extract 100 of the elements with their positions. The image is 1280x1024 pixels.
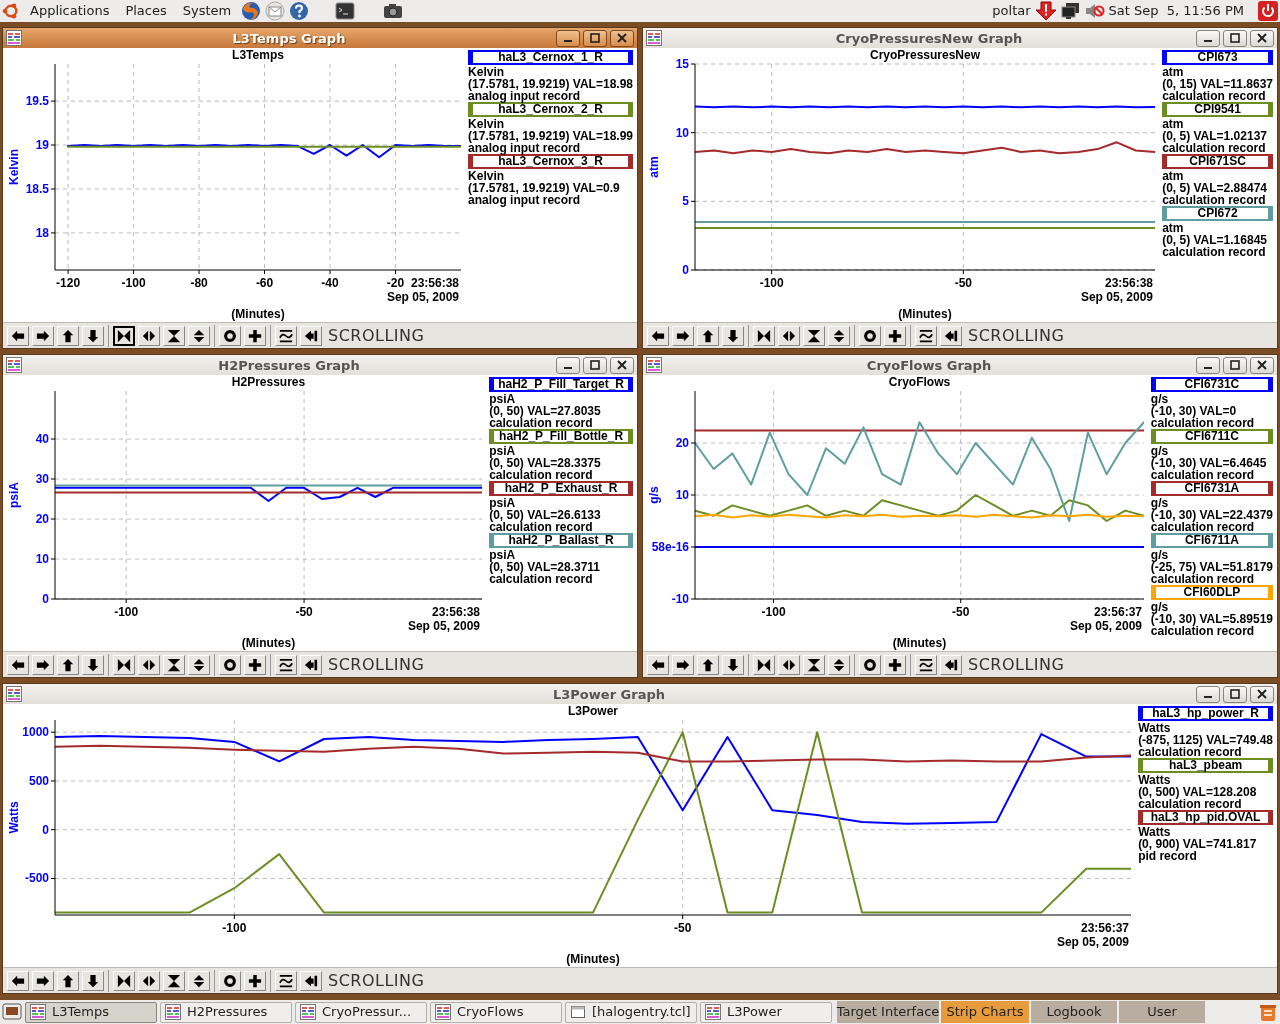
record-label: calculation record (1150, 573, 1256, 585)
power-icon[interactable] (1258, 1, 1278, 21)
record-label: calculation record (1162, 194, 1267, 206)
window-icon (570, 1004, 586, 1020)
tick-label: -100 (761, 605, 786, 619)
inward-arrows-icon (757, 657, 771, 672)
clock-text[interactable]: Sat Sep 5, 11:56 PM (1108, 1, 1244, 21)
inward-arrows-icon (117, 657, 131, 672)
tick-label: 18.5 (25, 181, 49, 196)
chart-icon (705, 1004, 721, 1020)
speaker-muted-icon[interactable] (1084, 2, 1105, 20)
help-icon[interactable] (289, 1, 310, 21)
chart-icon[interactable] (646, 30, 662, 46)
close-button[interactable] (610, 356, 634, 374)
tick-label: 18 (35, 225, 49, 240)
ring-icon (223, 657, 237, 672)
arrow-to-bar-icon (304, 328, 318, 343)
alert-arrow-icon[interactable] (1034, 1, 1057, 21)
menu-item[interactable]: Places (119, 1, 173, 21)
chart-icon[interactable] (6, 357, 22, 373)
task-button[interactable]: L3Power (700, 1001, 832, 1023)
task-button[interactable]: H2Pressures (160, 1001, 292, 1023)
axis-label: atm (647, 156, 661, 178)
value-label: (-875, 1125) VAL=749.48 (1138, 734, 1273, 746)
series-label: haL3_Cernox_1_R (468, 50, 633, 65)
camera-icon[interactable] (383, 2, 404, 20)
arrow-left-icon (651, 657, 665, 672)
plus-icon (888, 328, 902, 343)
value-label: (17.5781, 19.9219) VAL=18.99 (468, 130, 633, 142)
record-label: calculation record (1162, 246, 1267, 258)
record-label: calculation record (1162, 90, 1267, 102)
arrow-right-icon (36, 328, 50, 343)
task-button[interactable]: [halogentry.tcl] (565, 1001, 697, 1023)
close-icon (1257, 33, 1267, 43)
maximize-button[interactable] (1223, 356, 1247, 374)
minimize-button[interactable] (1196, 29, 1220, 47)
chart-icon[interactable] (6, 686, 22, 702)
menu-item[interactable]: Applications (24, 1, 116, 21)
chart-icon[interactable] (646, 357, 662, 373)
axis-label: (Minutes) (231, 307, 285, 321)
value-label: (0, 50) VAL=26.6133 (489, 509, 602, 521)
tick-label: -500 (24, 871, 49, 886)
series-label: CFI6731C (1150, 377, 1273, 392)
maximize-button[interactable] (1223, 685, 1247, 703)
toolbar-button[interactable] (113, 325, 135, 346)
task-button[interactable]: L3Temps (25, 1001, 157, 1023)
logo-icon[interactable] (2, 2, 20, 20)
units-label: Watts (1138, 722, 1172, 734)
mode-label: SCROLLING (328, 653, 425, 676)
vertical-outward-arrows-icon (192, 657, 206, 672)
units-label: Kelvin (468, 66, 506, 78)
date-label: Sep 05, 2009 (407, 619, 480, 633)
maximize-button[interactable] (583, 356, 607, 374)
units-label: atm (1162, 66, 1185, 78)
axis-label: Kelvin (7, 149, 21, 185)
value-label: (0, 50) VAL=28.3711 (489, 561, 602, 573)
window-title: H2Pressures Graph (218, 358, 360, 373)
tab[interactable]: User (1119, 1001, 1205, 1023)
units-label: psiA (489, 497, 516, 509)
minimize-button[interactable] (1196, 685, 1220, 703)
terminal-icon[interactable] (335, 2, 356, 20)
minimize-icon (1204, 696, 1212, 698)
task-button[interactable]: CryoFlows (430, 1001, 562, 1023)
tick-label: -100 (222, 921, 247, 935)
tick-label: -50 (674, 921, 692, 935)
tick-label: 19.5 (25, 94, 49, 109)
close-button[interactable] (1250, 356, 1274, 374)
minimize-button[interactable] (1196, 356, 1220, 374)
close-button[interactable] (1250, 29, 1274, 47)
tab[interactable]: Target Interface (837, 1001, 939, 1023)
minimize-button[interactable] (556, 356, 580, 374)
network-icon[interactable] (1060, 2, 1081, 20)
series-label: CFI6711A (1150, 533, 1273, 548)
globe-icon[interactable] (241, 1, 262, 21)
window-title: L3Temps Graph (232, 31, 346, 46)
tab[interactable]: Logbook (1031, 1001, 1117, 1023)
units-label: atm (1162, 222, 1185, 234)
maximize-button[interactable] (583, 29, 607, 47)
task-button[interactable]: CryoPressur... (295, 1001, 427, 1023)
record-label: analog input record (468, 90, 582, 102)
close-button[interactable] (610, 29, 634, 47)
chart-icon[interactable] (6, 30, 22, 46)
trash-icon[interactable] (1258, 1002, 1278, 1022)
minimize-button[interactable] (556, 29, 580, 47)
value-label: (0, 50) VAL=28.3375 (489, 457, 602, 469)
tab[interactable]: Strip Charts (941, 1001, 1029, 1023)
maximize-button[interactable] (1223, 29, 1247, 47)
tick-label: 15 (675, 57, 689, 71)
axis-label: (Minutes) (241, 636, 296, 650)
record-label: calculation record (1138, 798, 1243, 810)
menu-item[interactable]: System (176, 1, 238, 21)
plus-icon (888, 657, 902, 672)
maximize-icon (1230, 689, 1240, 699)
arrow-right-icon (676, 328, 690, 343)
timestamp-label: 23:56:38 (410, 276, 459, 290)
maximize-icon (1230, 360, 1240, 370)
close-button[interactable] (1250, 685, 1274, 703)
series-label: CFI6731A (1150, 481, 1273, 496)
show-desktop-icon[interactable] (2, 1002, 22, 1022)
tick-label: -20 (386, 276, 405, 290)
